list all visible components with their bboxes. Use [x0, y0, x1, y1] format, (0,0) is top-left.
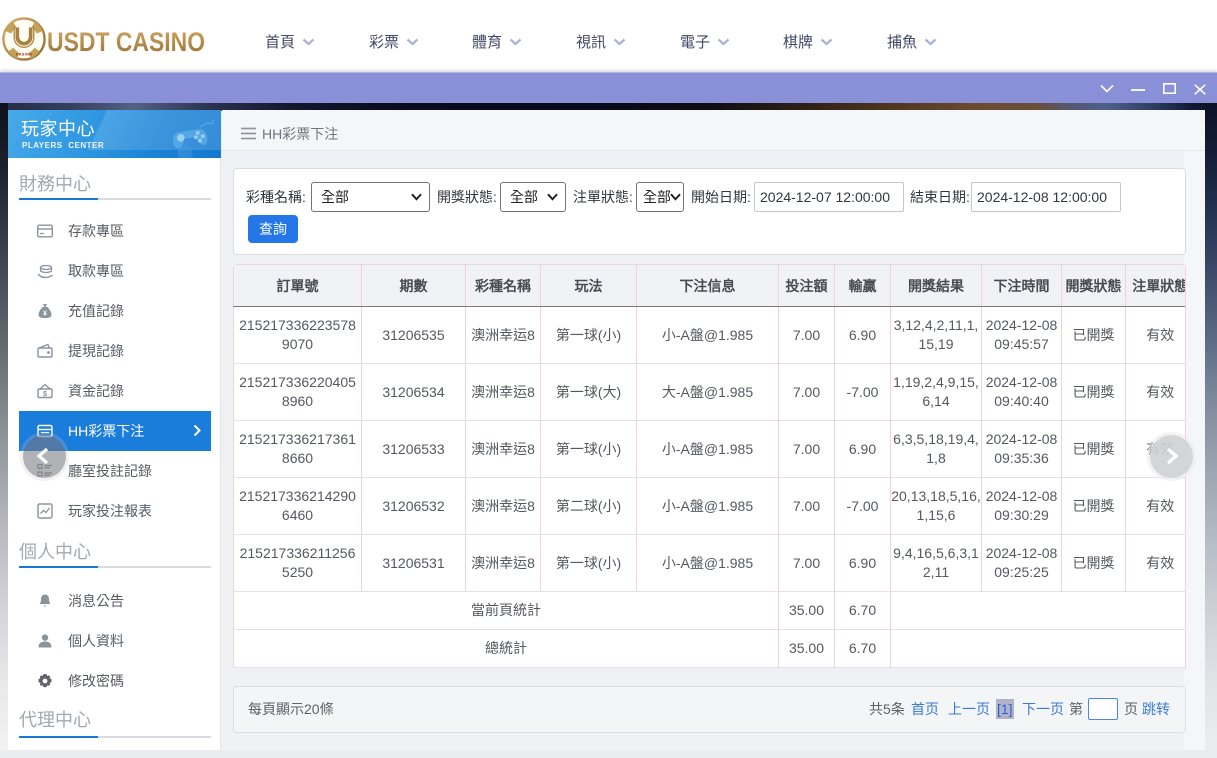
- svg-text:$: $: [43, 389, 48, 398]
- svg-text:¥: ¥: [43, 311, 47, 318]
- svg-text:CASINO: CASINO: [16, 53, 33, 57]
